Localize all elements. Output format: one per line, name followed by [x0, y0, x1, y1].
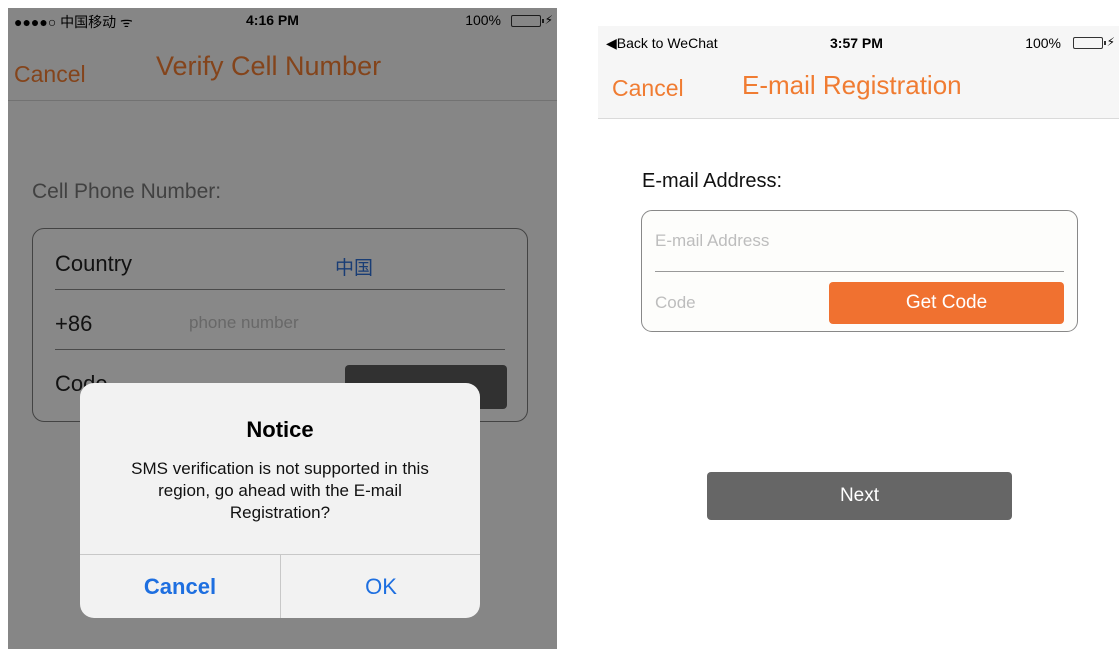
email-registration-screen: ◀Back to WeChat 3:57 PM 100% ⚡ Cancel E-…	[598, 26, 1119, 649]
email-address-input[interactable]	[655, 231, 1055, 251]
charging-icon: ⚡	[1106, 35, 1115, 49]
status-bar: ◀Back to WeChat 3:57 PM 100% ⚡	[598, 26, 1119, 56]
battery-icon	[1073, 37, 1106, 49]
section-label: E-mail Address:	[642, 170, 783, 192]
next-button[interactable]: Next	[707, 472, 1012, 520]
notice-alert: Notice SMS verification is not supported…	[80, 383, 480, 618]
navigation-bar: Cancel E-mail Registration	[598, 56, 1119, 119]
alert-cancel-button[interactable]: Cancel	[80, 555, 280, 618]
email-form-card: Get Code	[641, 210, 1078, 332]
back-to-wechat-link[interactable]: ◀Back to WeChat	[606, 35, 718, 52]
field-divider	[655, 271, 1064, 272]
nav-cancel-button[interactable]: Cancel	[612, 75, 684, 102]
alert-message: SMS verification is not supported in thi…	[131, 459, 429, 522]
get-code-button[interactable]: Get Code	[829, 282, 1064, 324]
verify-cell-number-screen: ●●●●○ 中国移动 ᯤ 4:16 PM 100% ⚡ Cancel Verif…	[8, 8, 557, 649]
status-time: 3:57 PM	[830, 35, 883, 51]
alert-ok-button[interactable]: OK	[281, 555, 480, 618]
code-input[interactable]	[655, 293, 815, 313]
battery-percent: 100%	[1025, 35, 1061, 51]
alert-title: Notice	[246, 417, 314, 442]
page-title: E-mail Registration	[742, 70, 962, 100]
